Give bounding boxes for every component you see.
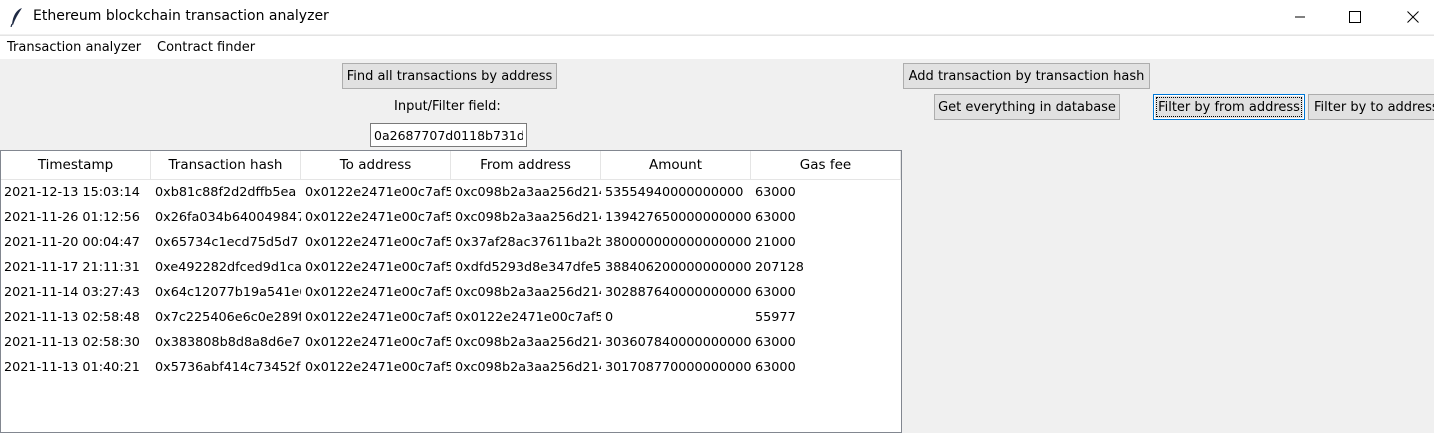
cell-from-address: 0xc098b2a3aa256d214 [455,210,601,225]
cell-amount: 380000000000000000 [605,235,751,250]
cell-gas-fee: 63000 [755,185,796,200]
table-row[interactable]: 2021-11-13 02:58:48 0x7c225406e6c0e289f … [1,305,901,330]
cell-timestamp: 2021-11-13 01:40:21 [4,360,140,375]
cell-transaction-hash: 0x7c225406e6c0e289f [155,310,301,325]
add-transaction-by-hash-button[interactable]: Add transaction by transaction hash [903,63,1150,89]
cell-to-address: 0x0122e2471e00c7af5 [305,185,451,200]
table-row[interactable]: 2021-11-14 03:27:43 0x64c12077b19a541e6 … [1,280,901,305]
cell-amount: 53554940000000000 [605,185,744,200]
cell-transaction-hash: 0xe492282dfced9d1ca [155,260,301,275]
cell-to-address: 0x0122e2471e00c7af5 [305,310,451,325]
cell-from-address: 0xdfd5293d8e347dfe5 [455,260,601,275]
cell-from-address: 0xc098b2a3aa256d214 [455,285,601,300]
cell-transaction-hash: 0x5736abf414c73452f [155,360,301,375]
title-bar: Ethereum blockchain transaction analyzer [0,0,1434,34]
cell-from-address: 0x37af28ac37611ba2b [455,235,601,250]
minimize-button[interactable] [1271,0,1329,34]
column-header-to-address[interactable]: To address [301,151,451,180]
close-icon [1407,11,1419,23]
cell-from-address: 0xc098b2a3aa256d214 [455,360,601,375]
feather-icon [10,8,22,27]
get-everything-button[interactable]: Get everything in database [934,94,1120,120]
find-all-transactions-button[interactable]: Find all transactions by address [342,63,557,89]
cell-amount: 303607840000000000 [605,335,751,350]
minimize-icon [1295,16,1305,18]
cell-transaction-hash: 0x65734c1ecd75d5d7 [155,235,299,250]
table-row[interactable]: 2021-12-13 15:03:14 0xb81c88f2d2dffb5ea … [1,180,901,205]
cell-to-address: 0x0122e2471e00c7af5 [305,235,451,250]
window-title: Ethereum blockchain transaction analyzer [33,8,329,24]
cell-to-address: 0x0122e2471e00c7af5 [305,260,451,275]
cell-from-address: 0xc098b2a3aa256d214 [455,185,601,200]
cell-amount: 301708770000000000 [605,360,751,375]
cell-transaction-hash: 0x64c12077b19a541e6 [155,285,301,300]
table-row[interactable]: 2021-11-13 02:58:30 0x383808b8d8a8d6e7 0… [1,330,901,355]
cell-to-address: 0x0122e2471e00c7af5 [305,210,451,225]
column-header-amount[interactable]: Amount [601,151,751,180]
cell-timestamp: 2021-11-26 01:12:56 [4,210,140,225]
cell-to-address: 0x0122e2471e00c7af5 [305,335,451,350]
table-row[interactable]: 2021-11-26 01:12:56 0x26fa034b640049847 … [1,205,901,230]
menu-transaction-analyzer[interactable]: Transaction analyzer [7,40,141,55]
filter-by-to-button[interactable]: Filter by to address [1308,94,1434,120]
table-body: 2021-12-13 15:03:14 0xb81c88f2d2dffb5ea … [1,180,901,380]
cell-gas-fee: 63000 [755,360,796,375]
cell-amount: 139427650000000000 [605,210,751,225]
table-row[interactable]: 2021-11-13 01:40:21 0x5736abf414c73452f … [1,355,901,380]
cell-timestamp: 2021-11-14 03:27:43 [4,285,140,300]
cell-transaction-hash: 0xb81c88f2d2dffb5ea [155,185,297,200]
cell-timestamp: 2021-11-17 21:11:31 [4,260,140,275]
maximize-icon [1349,11,1361,23]
table-header: Timestamp Transaction hash To address Fr… [1,151,901,180]
cell-to-address: 0x0122e2471e00c7af5 [305,285,451,300]
table-row[interactable]: 2021-11-17 21:11:31 0xe492282dfced9d1ca … [1,255,901,280]
cell-amount: 302887640000000000 [605,285,751,300]
column-header-gas-fee[interactable]: Gas fee [751,151,901,180]
cell-timestamp: 2021-12-13 15:03:14 [4,185,140,200]
cell-amount: 388406200000000000 [605,260,751,275]
table-row[interactable]: 2021-11-20 00:04:47 0x65734c1ecd75d5d7 0… [1,230,901,255]
filter-input[interactable] [370,123,527,147]
maximize-button[interactable] [1326,0,1384,34]
column-header-from-address[interactable]: From address [451,151,601,180]
cell-from-address: 0x0122e2471e00c7af5 [455,310,601,325]
cell-timestamp: 2021-11-13 02:58:48 [4,310,140,325]
filter-label: Input/Filter field: [394,99,501,114]
column-header-transaction-hash[interactable]: Transaction hash [151,151,301,180]
cell-gas-fee: 21000 [755,235,796,250]
column-header-timestamp[interactable]: Timestamp [1,151,151,180]
cell-timestamp: 2021-11-20 00:04:47 [4,235,140,250]
cell-transaction-hash: 0x383808b8d8a8d6e7 [155,335,301,350]
cell-amount: 0 [605,310,614,325]
cell-gas-fee: 207128 [755,260,804,275]
cell-to-address: 0x0122e2471e00c7af5 [305,360,451,375]
cell-from-address: 0xc098b2a3aa256d214 [455,335,601,350]
close-button[interactable] [1384,0,1434,34]
cell-gas-fee: 55977 [755,310,796,325]
transactions-table[interactable]: Timestamp Transaction hash To address Fr… [0,150,902,433]
cell-transaction-hash: 0x26fa034b640049847 [155,210,301,225]
cell-gas-fee: 63000 [755,285,796,300]
cell-gas-fee: 63000 [755,335,796,350]
cell-gas-fee: 63000 [755,210,796,225]
cell-timestamp: 2021-11-13 02:58:30 [4,335,140,350]
menu-bar: Transaction analyzer Contract finder [0,35,1434,59]
menu-contract-finder[interactable]: Contract finder [157,40,255,55]
filter-by-from-button[interactable]: Filter by from address [1153,94,1305,120]
